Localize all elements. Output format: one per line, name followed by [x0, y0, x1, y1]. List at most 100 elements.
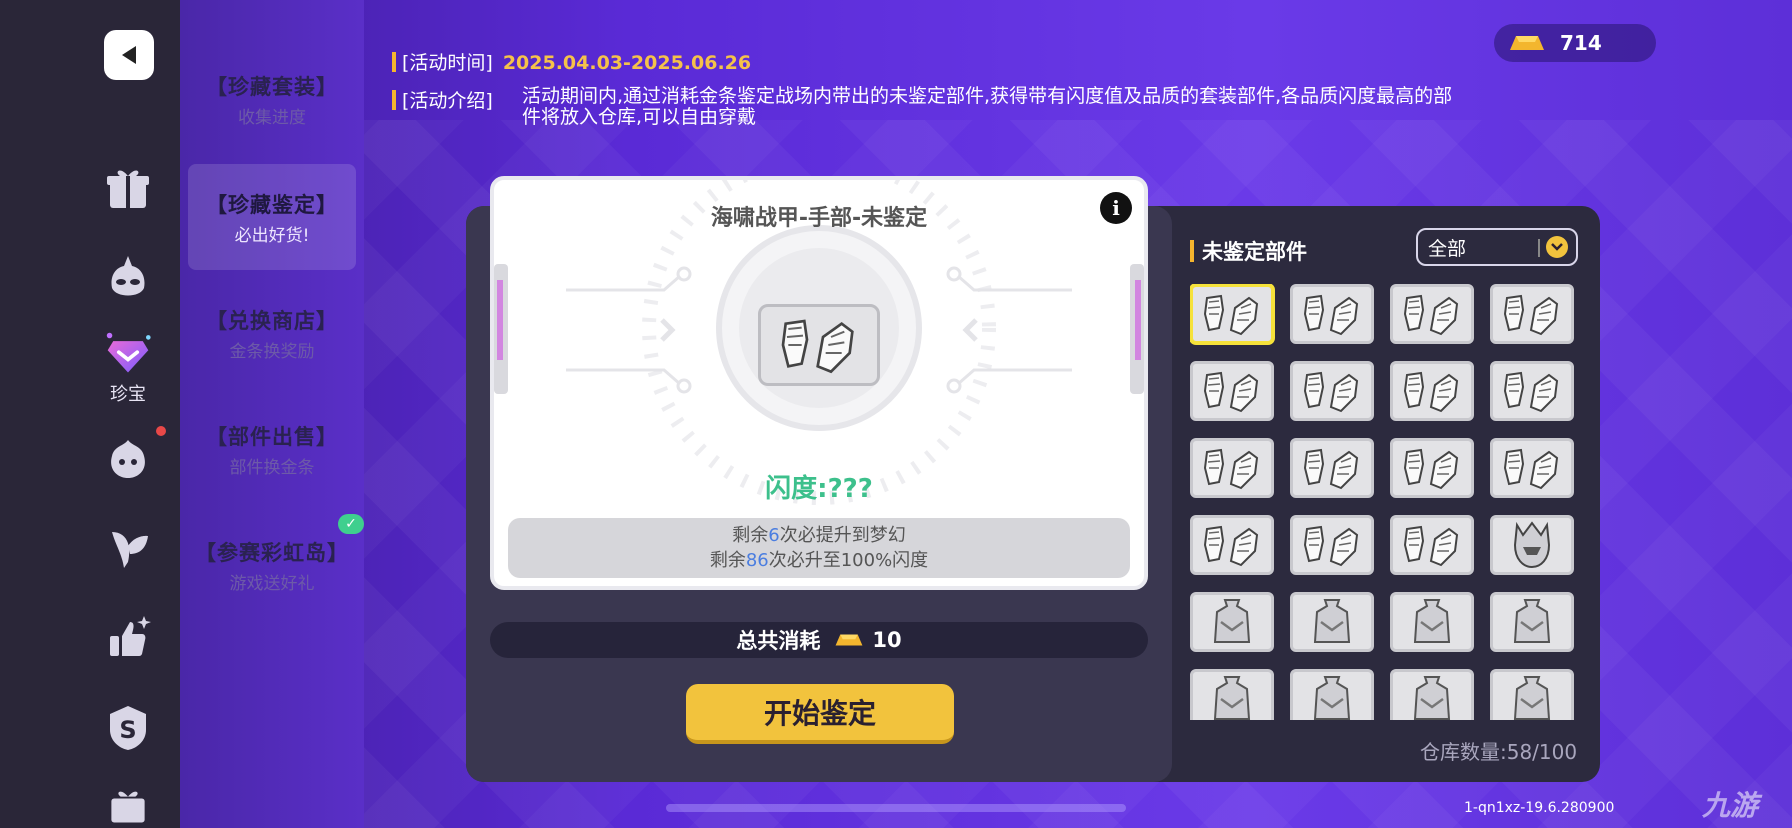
gauntlet-icon: [1403, 525, 1459, 567]
inventory-slot[interactable]: [1290, 438, 1374, 498]
sub-menu: 【珍藏套装】 收集进度 【珍藏鉴定】 必出好货! 【兑换商店】 金条换奖励 【部…: [180, 0, 364, 828]
activity-time-value: 2025.04.03-2025.06.26: [502, 52, 752, 74]
inventory-slot[interactable]: [1490, 669, 1574, 720]
inventory-slot[interactable]: [1190, 361, 1274, 421]
remaining-prefix: 剩余: [732, 525, 769, 546]
back-button[interactable]: [104, 30, 154, 80]
menu-collection-identify[interactable]: 【珍藏鉴定】 必出好货!: [188, 164, 356, 270]
inventory-slot[interactable]: [1190, 438, 1274, 498]
gauntlet-icon: [1203, 448, 1259, 490]
rail-leaf[interactable]: [90, 510, 166, 586]
diamond-icon: [106, 332, 151, 373]
gauntlet-icon: [1503, 371, 1559, 413]
inventory-slot[interactable]: [1490, 361, 1574, 421]
inventory-slot[interactable]: [1290, 669, 1374, 720]
gauntlet-icon: [781, 319, 854, 374]
accent-bar: [392, 52, 396, 72]
rail-pet[interactable]: [90, 420, 166, 496]
notification-dot: [156, 426, 166, 436]
inventory-slot[interactable]: [1390, 361, 1474, 421]
start-identify-button[interactable]: 开始鉴定: [686, 684, 954, 744]
accent-bar: [392, 90, 396, 110]
inventory-slot[interactable]: [1390, 438, 1474, 498]
filter-dropdown[interactable]: 全部: [1416, 228, 1578, 266]
armor-vest-icon: [1313, 599, 1351, 643]
icon-rail: 珍宝 S: [0, 0, 180, 828]
armor-vest-icon: [1313, 676, 1351, 720]
leaf-icon: [112, 532, 148, 568]
identify-card: 海啸战甲-手部-未鉴定 i 闪度:??? 剩余6次必提升到梦幻 剩余86次必升至…: [490, 176, 1148, 590]
gauntlet-icon: [1403, 294, 1459, 336]
inventory-slot[interactable]: [1190, 592, 1274, 652]
gauntlet-icon: [1203, 371, 1259, 413]
inventory-slot[interactable]: [1490, 284, 1574, 344]
inventory-slot[interactable]: [1190, 515, 1274, 575]
inventory-slot[interactable]: [1390, 515, 1474, 575]
filter-value: 全部: [1428, 237, 1467, 260]
helmet-icon: [1513, 521, 1551, 569]
inventory-slot[interactable]: [1490, 515, 1574, 575]
inventory-grid: [1190, 284, 1576, 720]
menu-subtitle: 部件换金条: [229, 457, 315, 478]
rail-gift[interactable]: [90, 150, 166, 226]
remaining-count: 86: [745, 550, 769, 571]
rail-more[interactable]: [90, 780, 166, 828]
inventory-slot[interactable]: [1490, 592, 1574, 652]
gauntlet-icon: [1403, 448, 1459, 490]
inventory-slot[interactable]: [1390, 669, 1474, 720]
activity-intro-text: 活动期间内,通过消耗金条鉴定战场内带出的未鉴定部件,获得带有闪度值及品质的套装部…: [522, 85, 1453, 128]
inventory-slot[interactable]: [1390, 592, 1474, 652]
remaining-count: 6: [768, 525, 780, 546]
menu-rainbow-island[interactable]: 【参赛彩虹岛】 游戏送好礼 ✓: [188, 512, 364, 618]
armor-vest-icon: [1413, 676, 1451, 720]
inventory-slot[interactable]: [1490, 438, 1574, 498]
gauntlet-icon: [1503, 448, 1559, 490]
mask-icon: [111, 256, 145, 296]
gauntlet-icon: [1203, 525, 1259, 567]
gauntlet-icon: [1303, 371, 1359, 413]
chevron-down-icon: [1546, 236, 1568, 258]
rail-like[interactable]: [90, 600, 166, 676]
armor-vest-icon: [1413, 599, 1451, 643]
inventory-slot[interactable]: [1290, 592, 1374, 652]
total-cost-bar: 总共消耗 10: [490, 622, 1148, 658]
filter-separator: [1538, 239, 1540, 257]
selected-item-slot: [758, 304, 880, 386]
inventory-slot[interactable]: [1290, 284, 1374, 344]
menu-exchange-shop[interactable]: 【兑换商店】 金条换奖励: [188, 280, 356, 386]
inventory-slot[interactable]: [1290, 361, 1374, 421]
activity-time-label: [活动时间]: [402, 52, 493, 74]
info-icon[interactable]: i: [1100, 192, 1132, 224]
inventory-slot[interactable]: [1190, 669, 1274, 720]
inventory-slot[interactable]: [1290, 515, 1374, 575]
menu-subtitle: 收集进度: [238, 107, 306, 128]
menu-collection-set[interactable]: 【珍藏套装】 收集进度: [188, 46, 356, 152]
gauntlet-icon: [1403, 371, 1459, 413]
horizontal-scrollbar[interactable]: [666, 804, 1126, 812]
menu-title: 【珍藏套装】: [206, 74, 338, 99]
pet-icon: [111, 440, 145, 478]
gift-partial-icon: [111, 791, 145, 823]
remaining-prefix: 剩余: [709, 550, 746, 571]
menu-subtitle: 必出好货!: [234, 225, 310, 246]
total-cost-label: 总共消耗: [736, 629, 821, 653]
rail-mask[interactable]: [90, 240, 166, 316]
activity-time-line: [活动时间] 2025.04.03-2025.06.26: [392, 48, 751, 75]
armor-vest-icon: [1213, 599, 1251, 643]
inventory-slot[interactable]: [1390, 284, 1474, 344]
item-title: 海啸战甲-手部-未鉴定: [710, 206, 928, 231]
activity-intro-label: [活动介绍]: [402, 90, 493, 112]
gauntlet-icon: [1303, 294, 1359, 336]
rail-shop[interactable]: S: [90, 690, 166, 766]
gold-bar-icon: [835, 634, 863, 646]
check-icon: ✓: [338, 514, 364, 534]
menu-subtitle: 金条换奖励: [229, 341, 315, 362]
menu-title: 【兑换商店】: [206, 308, 338, 333]
gift-icon: [107, 170, 149, 208]
rail-treasure[interactable]: 珍宝: [90, 330, 166, 406]
inventory-title-wrap: 未鉴定部件: [1190, 236, 1307, 266]
inventory-slot[interactable]: [1190, 284, 1274, 344]
menu-parts-sale[interactable]: 【部件出售】 部件换金条: [188, 396, 356, 502]
svg-text:S: S: [119, 716, 136, 744]
thumbs-up-icon: [110, 616, 151, 656]
